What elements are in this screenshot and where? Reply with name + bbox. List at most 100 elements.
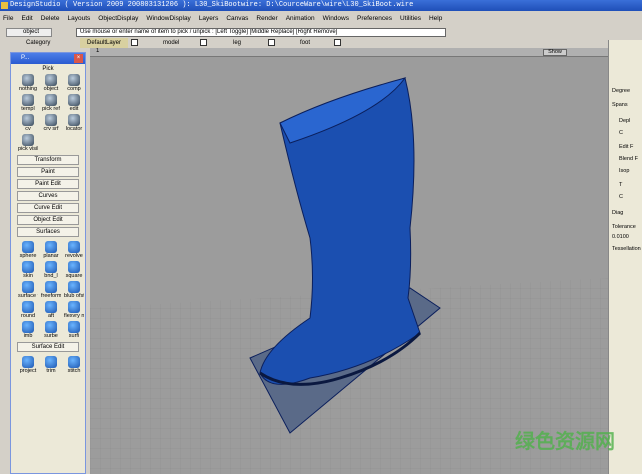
- tool-button[interactable]: planar: [41, 240, 61, 259]
- tool-button[interactable]: stitch: [64, 355, 84, 374]
- section-curve-edit[interactable]: Curve Edit: [17, 203, 79, 213]
- panel-item: C: [619, 130, 623, 136]
- tool-button[interactable]: locator: [64, 113, 84, 132]
- menu-item[interactable]: Preferences: [357, 13, 392, 25]
- layer-foot[interactable]: foot: [300, 38, 310, 48]
- tool-label: planar: [43, 253, 59, 259]
- tool-button[interactable]: skin: [18, 260, 38, 279]
- menu-item[interactable]: WindowDisplay: [146, 13, 190, 25]
- tool-button[interactable]: surbe: [41, 320, 61, 339]
- tool-button[interactable]: object: [41, 73, 61, 92]
- tool-button[interactable]: pick visibl: [18, 133, 38, 152]
- tool-icon: [22, 241, 34, 253]
- menu-item[interactable]: Utilities: [400, 13, 421, 25]
- menu-item[interactable]: Layers: [199, 13, 219, 25]
- menu-item[interactable]: Animation: [286, 13, 315, 25]
- tool-label: pick visibl: [18, 146, 38, 152]
- tool-icon: [22, 74, 34, 86]
- panel-item: 0.0100: [612, 234, 629, 240]
- tool-label: freeform blend: [41, 293, 61, 299]
- tool-button[interactable]: templ: [18, 93, 38, 112]
- menu-item[interactable]: Help: [429, 13, 442, 25]
- tool-button[interactable]: edit: [64, 93, 84, 112]
- tool-button[interactable]: surfi: [64, 320, 84, 339]
- section-paint-edit[interactable]: Paint Edit: [17, 179, 79, 189]
- tool-icon: [68, 356, 80, 368]
- model-scene: [90, 77, 608, 474]
- pick-mode-field[interactable]: object: [6, 28, 52, 37]
- tool-button[interactable]: square: [64, 260, 84, 279]
- close-icon[interactable]: ×: [74, 54, 83, 63]
- menu-item[interactable]: Canvas: [226, 13, 248, 25]
- tool-label: templ: [21, 106, 35, 112]
- tool-icon: [22, 261, 34, 273]
- tool-icon: [22, 114, 34, 126]
- section-curves[interactable]: Curves: [17, 191, 79, 201]
- tool-button[interactable]: trim: [41, 355, 61, 374]
- tool-icon: [68, 321, 80, 333]
- section-object-edit[interactable]: Object Edit: [17, 215, 79, 225]
- tool-button[interactable]: flexvry net: [64, 300, 84, 319]
- tool-icon: [45, 241, 57, 253]
- menu-item[interactable]: Layouts: [67, 13, 90, 25]
- pick-toolbar: object Use mouse or enter name of item t…: [0, 27, 642, 38]
- menu-item[interactable]: Edit: [21, 13, 32, 25]
- watermark: 绿色资源网: [515, 431, 615, 453]
- tool-button[interactable]: revolve: [64, 240, 84, 259]
- panel-item: Blend F: [619, 156, 638, 162]
- tool-label: trim: [46, 368, 56, 374]
- tool-button[interactable]: crv srf: [41, 113, 61, 132]
- tool-palette: P... × Pick nothing object comp templ pick re…: [10, 52, 86, 474]
- panel-item: Tolerance: [612, 224, 636, 230]
- surfaces-header[interactable]: Surfaces: [17, 227, 79, 237]
- tool-label: square: [65, 273, 83, 279]
- tool-label: stitch: [67, 368, 81, 374]
- menu-item[interactable]: Delete: [41, 13, 60, 25]
- section-paint[interactable]: Paint: [17, 167, 79, 177]
- tool-button[interactable]: surface fillet: [18, 280, 38, 299]
- tool-icon: [45, 261, 57, 273]
- tool-icon: [68, 74, 80, 86]
- tool-button[interactable]: blub ofst: [64, 280, 84, 299]
- layer-checkbox[interactable]: [334, 39, 341, 46]
- tool-icon: [68, 94, 80, 106]
- tool-button[interactable]: cv: [18, 113, 38, 132]
- layer-checkbox[interactable]: [268, 39, 275, 46]
- layer-checkbox[interactable]: [200, 39, 207, 46]
- tool-button[interactable]: aft: [41, 300, 61, 319]
- menu-item[interactable]: ObjectDisplay: [98, 13, 138, 25]
- menu-item[interactable]: Render: [256, 13, 277, 25]
- tool-button[interactable]: freeform blend: [41, 280, 61, 299]
- panel-item: Depl: [619, 118, 631, 124]
- panel-item: C: [619, 194, 623, 200]
- tool-button[interactable]: round: [18, 300, 38, 319]
- panel-item: Spans: [612, 102, 628, 108]
- menu-item[interactable]: File: [3, 13, 13, 25]
- layer-leg[interactable]: leg: [233, 38, 241, 48]
- perspective-viewport[interactable]: 1 Show: [90, 48, 608, 474]
- layer-default[interactable]: DefaultLayer: [80, 38, 128, 48]
- tool-button[interactable]: comp: [64, 73, 84, 92]
- tool-icon: [22, 356, 34, 368]
- menu-item[interactable]: Windows: [323, 13, 349, 25]
- tool-button[interactable]: sphere: [18, 240, 38, 259]
- layer-model[interactable]: model: [163, 38, 179, 48]
- tool-button[interactable]: project: [18, 355, 38, 374]
- tool-icon: [45, 321, 57, 333]
- tool-label: surbe: [44, 333, 58, 339]
- panel-item: Degree: [612, 88, 631, 94]
- tool-button[interactable]: bnd_l: [41, 260, 61, 279]
- tool-icon: [22, 301, 34, 313]
- palette-title: P...: [21, 55, 30, 61]
- section-transform[interactable]: Transform: [17, 155, 79, 165]
- prompt-line[interactable]: Use mouse or enter name of item to pick …: [76, 28, 446, 37]
- palette-title-bar[interactable]: P... ×: [11, 53, 85, 64]
- tool-label: nothing: [18, 86, 38, 92]
- layer-checkbox[interactable]: [131, 39, 138, 46]
- surface-edit-header[interactable]: Surface Edit: [17, 342, 79, 352]
- tool-button[interactable]: imb: [18, 320, 38, 339]
- tool-button[interactable]: pick ref: [41, 93, 61, 112]
- tool-icon: [22, 321, 34, 333]
- tool-button[interactable]: nothing: [18, 73, 38, 92]
- tool-label: project: [19, 368, 37, 374]
